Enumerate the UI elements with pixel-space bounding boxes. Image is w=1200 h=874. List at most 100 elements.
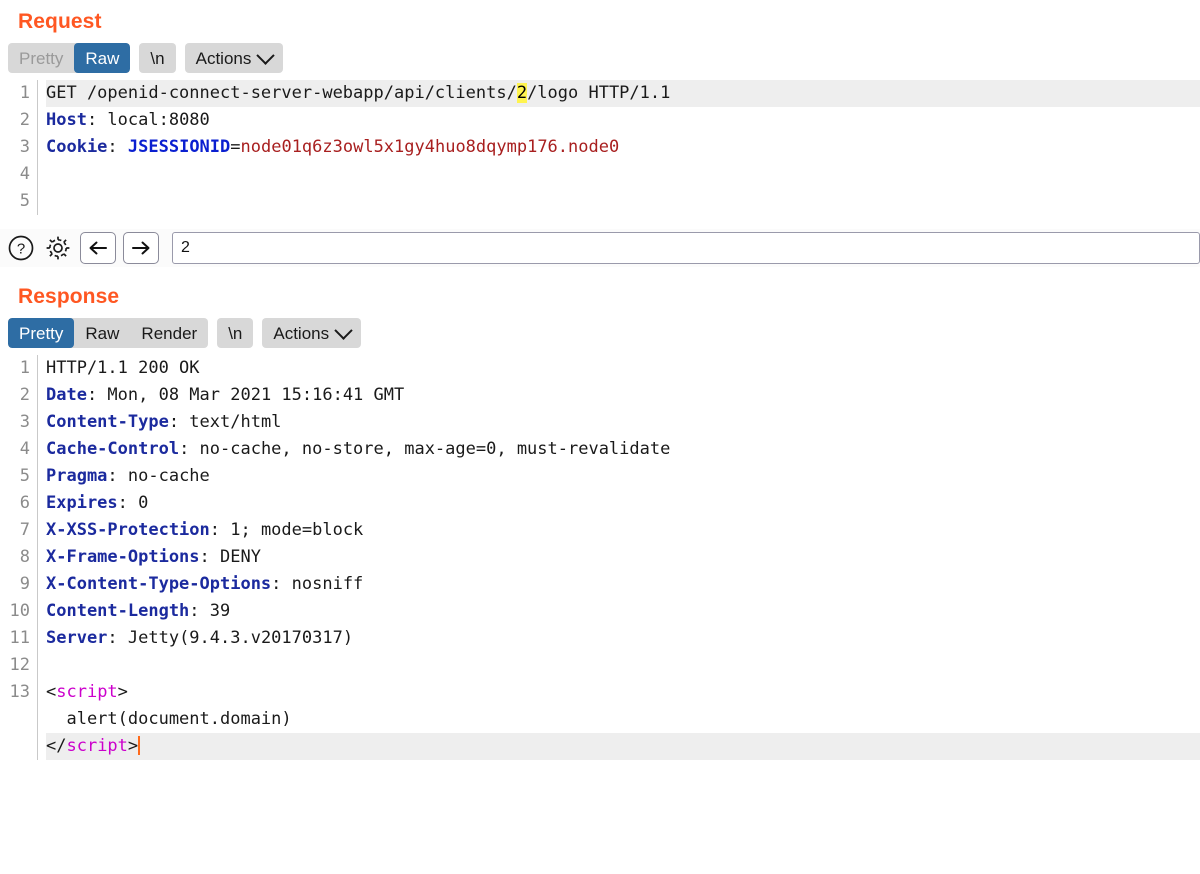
line-number: 10 — [9, 601, 30, 621]
request-newline-group: \n — [139, 43, 176, 73]
code-line[interactable]: <script> — [46, 679, 1200, 706]
code-line[interactable]: Content-Length: 39 — [46, 598, 1200, 625]
code-line[interactable]: X-Content-Type-Options: nosniff — [46, 571, 1200, 598]
back-button[interactable] — [80, 232, 116, 264]
code-line[interactable] — [46, 652, 1200, 679]
request-section: Request Pretty Raw \n Actions 1 2 3 4 5 GET … — [0, 0, 1200, 215]
line-number: 4 — [19, 164, 30, 184]
code-token: X-XSS-Protection — [46, 520, 210, 540]
line-number: 9 — [19, 574, 30, 594]
tab-response-render[interactable]: Render — [130, 318, 208, 348]
line-number: 12 — [9, 655, 30, 675]
line-number: 5 — [19, 466, 30, 486]
code-line[interactable]: HTTP/1.1 200 OK — [46, 355, 1200, 382]
request-line-numbers: 1 2 3 4 5 — [0, 80, 38, 215]
code-line[interactable]: Host: local:8080 — [46, 107, 1200, 134]
tab-request-newline[interactable]: \n — [139, 43, 175, 73]
code-token: Cookie — [46, 137, 108, 157]
code-token: 2 — [516, 83, 528, 103]
code-token: > — [127, 736, 139, 756]
response-actions-label: Actions — [273, 323, 330, 343]
response-newline-group: \n — [217, 318, 254, 348]
response-section: Response Pretty Raw Render \n Actions 12… — [0, 267, 1200, 760]
code-token: HTTP/1.1 200 OK — [46, 358, 200, 378]
chevron-down-icon — [256, 45, 276, 65]
help-circle-icon[interactable]: ? — [6, 233, 36, 263]
code-token: Server — [46, 628, 108, 648]
code-token: : no-cache, no-store, max-age=0, must-re… — [179, 439, 671, 459]
request-editor[interactable]: 1 2 3 4 5 GET /openid-connect-server-webapp/… — [0, 80, 1200, 215]
code-token: Expires — [46, 493, 118, 513]
line-number: 3 — [19, 412, 30, 432]
line-number: 7 — [19, 520, 30, 540]
text-caret — [138, 736, 141, 755]
code-token: script — [56, 682, 118, 702]
code-line[interactable]: </script> — [46, 733, 1200, 760]
response-tabbar: Pretty Raw Render \n Actions — [0, 317, 1200, 349]
code-token: Content-Type — [46, 412, 169, 432]
code-token: : no-cache — [107, 466, 210, 486]
tab-response-pretty[interactable]: Pretty — [8, 318, 75, 348]
code-line[interactable]: GET /openid-connect-server-webapp/api/cl… — [46, 80, 1200, 107]
search-input[interactable] — [172, 232, 1200, 264]
code-token: : nosniff — [271, 574, 364, 594]
line-number: 4 — [19, 439, 30, 459]
line-number: 6 — [19, 493, 30, 513]
forward-button[interactable] — [123, 232, 159, 264]
code-token: = — [230, 137, 241, 157]
code-token: alert(document.domain) — [46, 709, 292, 729]
line-number: 2 — [19, 110, 30, 130]
chevron-down-icon — [334, 320, 353, 340]
code-line[interactable]: Expires: 0 — [46, 490, 1200, 517]
code-line[interactable]: Pragma: no-cache — [46, 463, 1200, 490]
response-line-numbers: 1 2 3 4 5 6 7 8 9 10 11 12 13 — [0, 355, 38, 760]
response-title: Response — [18, 285, 120, 308]
code-token: : DENY — [199, 547, 261, 567]
code-line[interactable]: Cache-Control: no-cache, no-store, max-a… — [46, 436, 1200, 463]
search-field-wrapper — [172, 232, 1200, 264]
tab-request-pretty[interactable]: Pretty — [8, 43, 74, 73]
code-token: : local:8080 — [86, 110, 210, 130]
line-number: 3 — [19, 137, 30, 157]
request-tabbar: Pretty Raw \n Actions — [0, 42, 1200, 74]
code-token: > — [117, 682, 128, 702]
code-line[interactable] — [46, 188, 1200, 215]
request-actions-button[interactable]: Actions — [185, 43, 284, 73]
code-line[interactable] — [46, 161, 1200, 188]
code-token: </ — [46, 736, 67, 756]
code-token: X-Frame-Options — [46, 547, 200, 567]
code-line[interactable]: X-XSS-Protection: 1; mode=block — [46, 517, 1200, 544]
code-token: JSESSIONID — [127, 137, 231, 157]
tab-response-raw[interactable]: Raw — [74, 318, 130, 348]
code-token: /logo HTTP/1.1 — [527, 83, 671, 103]
code-token: : Mon, 08 Mar 2021 15:16:41 GMT — [86, 385, 405, 405]
request-view-tabs: Pretty Raw — [8, 43, 131, 73]
code-line[interactable]: Server: Jetty(9.4.3.v20170317) — [46, 625, 1200, 652]
response-view-tabs: Pretty Raw Render — [8, 318, 209, 348]
line-number — [0, 706, 30, 733]
line-number: 1 — [19, 83, 30, 103]
response-editor[interactable]: 1 2 3 4 5 6 7 8 9 10 11 12 13 HTTP/1.1 200 OK Date: M… — [0, 355, 1200, 760]
tab-response-newline[interactable]: \n — [217, 318, 253, 348]
code-line[interactable]: Cookie: JSESSIONID=node01q6z3owl5x1gy4hu… — [46, 134, 1200, 161]
tab-request-raw[interactable]: Raw — [74, 43, 131, 73]
code-line[interactable]: alert(document.domain) — [46, 706, 1200, 733]
request-code[interactable]: GET /openid-connect-server-webapp/api/cl… — [38, 80, 1200, 215]
code-token: Content-Length — [46, 601, 190, 621]
code-line[interactable]: X-Frame-Options: DENY — [46, 544, 1200, 571]
code-token: node01q6z3owl5x1gy4huo8dqymp176.node0 — [240, 137, 620, 157]
response-code[interactable]: HTTP/1.1 200 OK Date: Mon, 08 Mar 2021 15… — [38, 355, 1200, 760]
code-token: Host — [46, 110, 87, 130]
line-number: 5 — [19, 191, 30, 211]
svg-text:?: ? — [17, 241, 25, 258]
gear-icon[interactable] — [43, 233, 73, 263]
response-actions-button[interactable]: Actions — [262, 318, 361, 348]
arrow-right-icon — [132, 241, 150, 255]
response-actions-group: Actions — [262, 318, 362, 348]
code-token: : text/html — [168, 412, 282, 432]
line-number: 8 — [19, 547, 30, 567]
code-line[interactable]: Date: Mon, 08 Mar 2021 15:16:41 GMT — [46, 382, 1200, 409]
line-number — [0, 733, 30, 760]
code-token: : 39 — [189, 601, 231, 621]
code-line[interactable]: Content-Type: text/html — [46, 409, 1200, 436]
